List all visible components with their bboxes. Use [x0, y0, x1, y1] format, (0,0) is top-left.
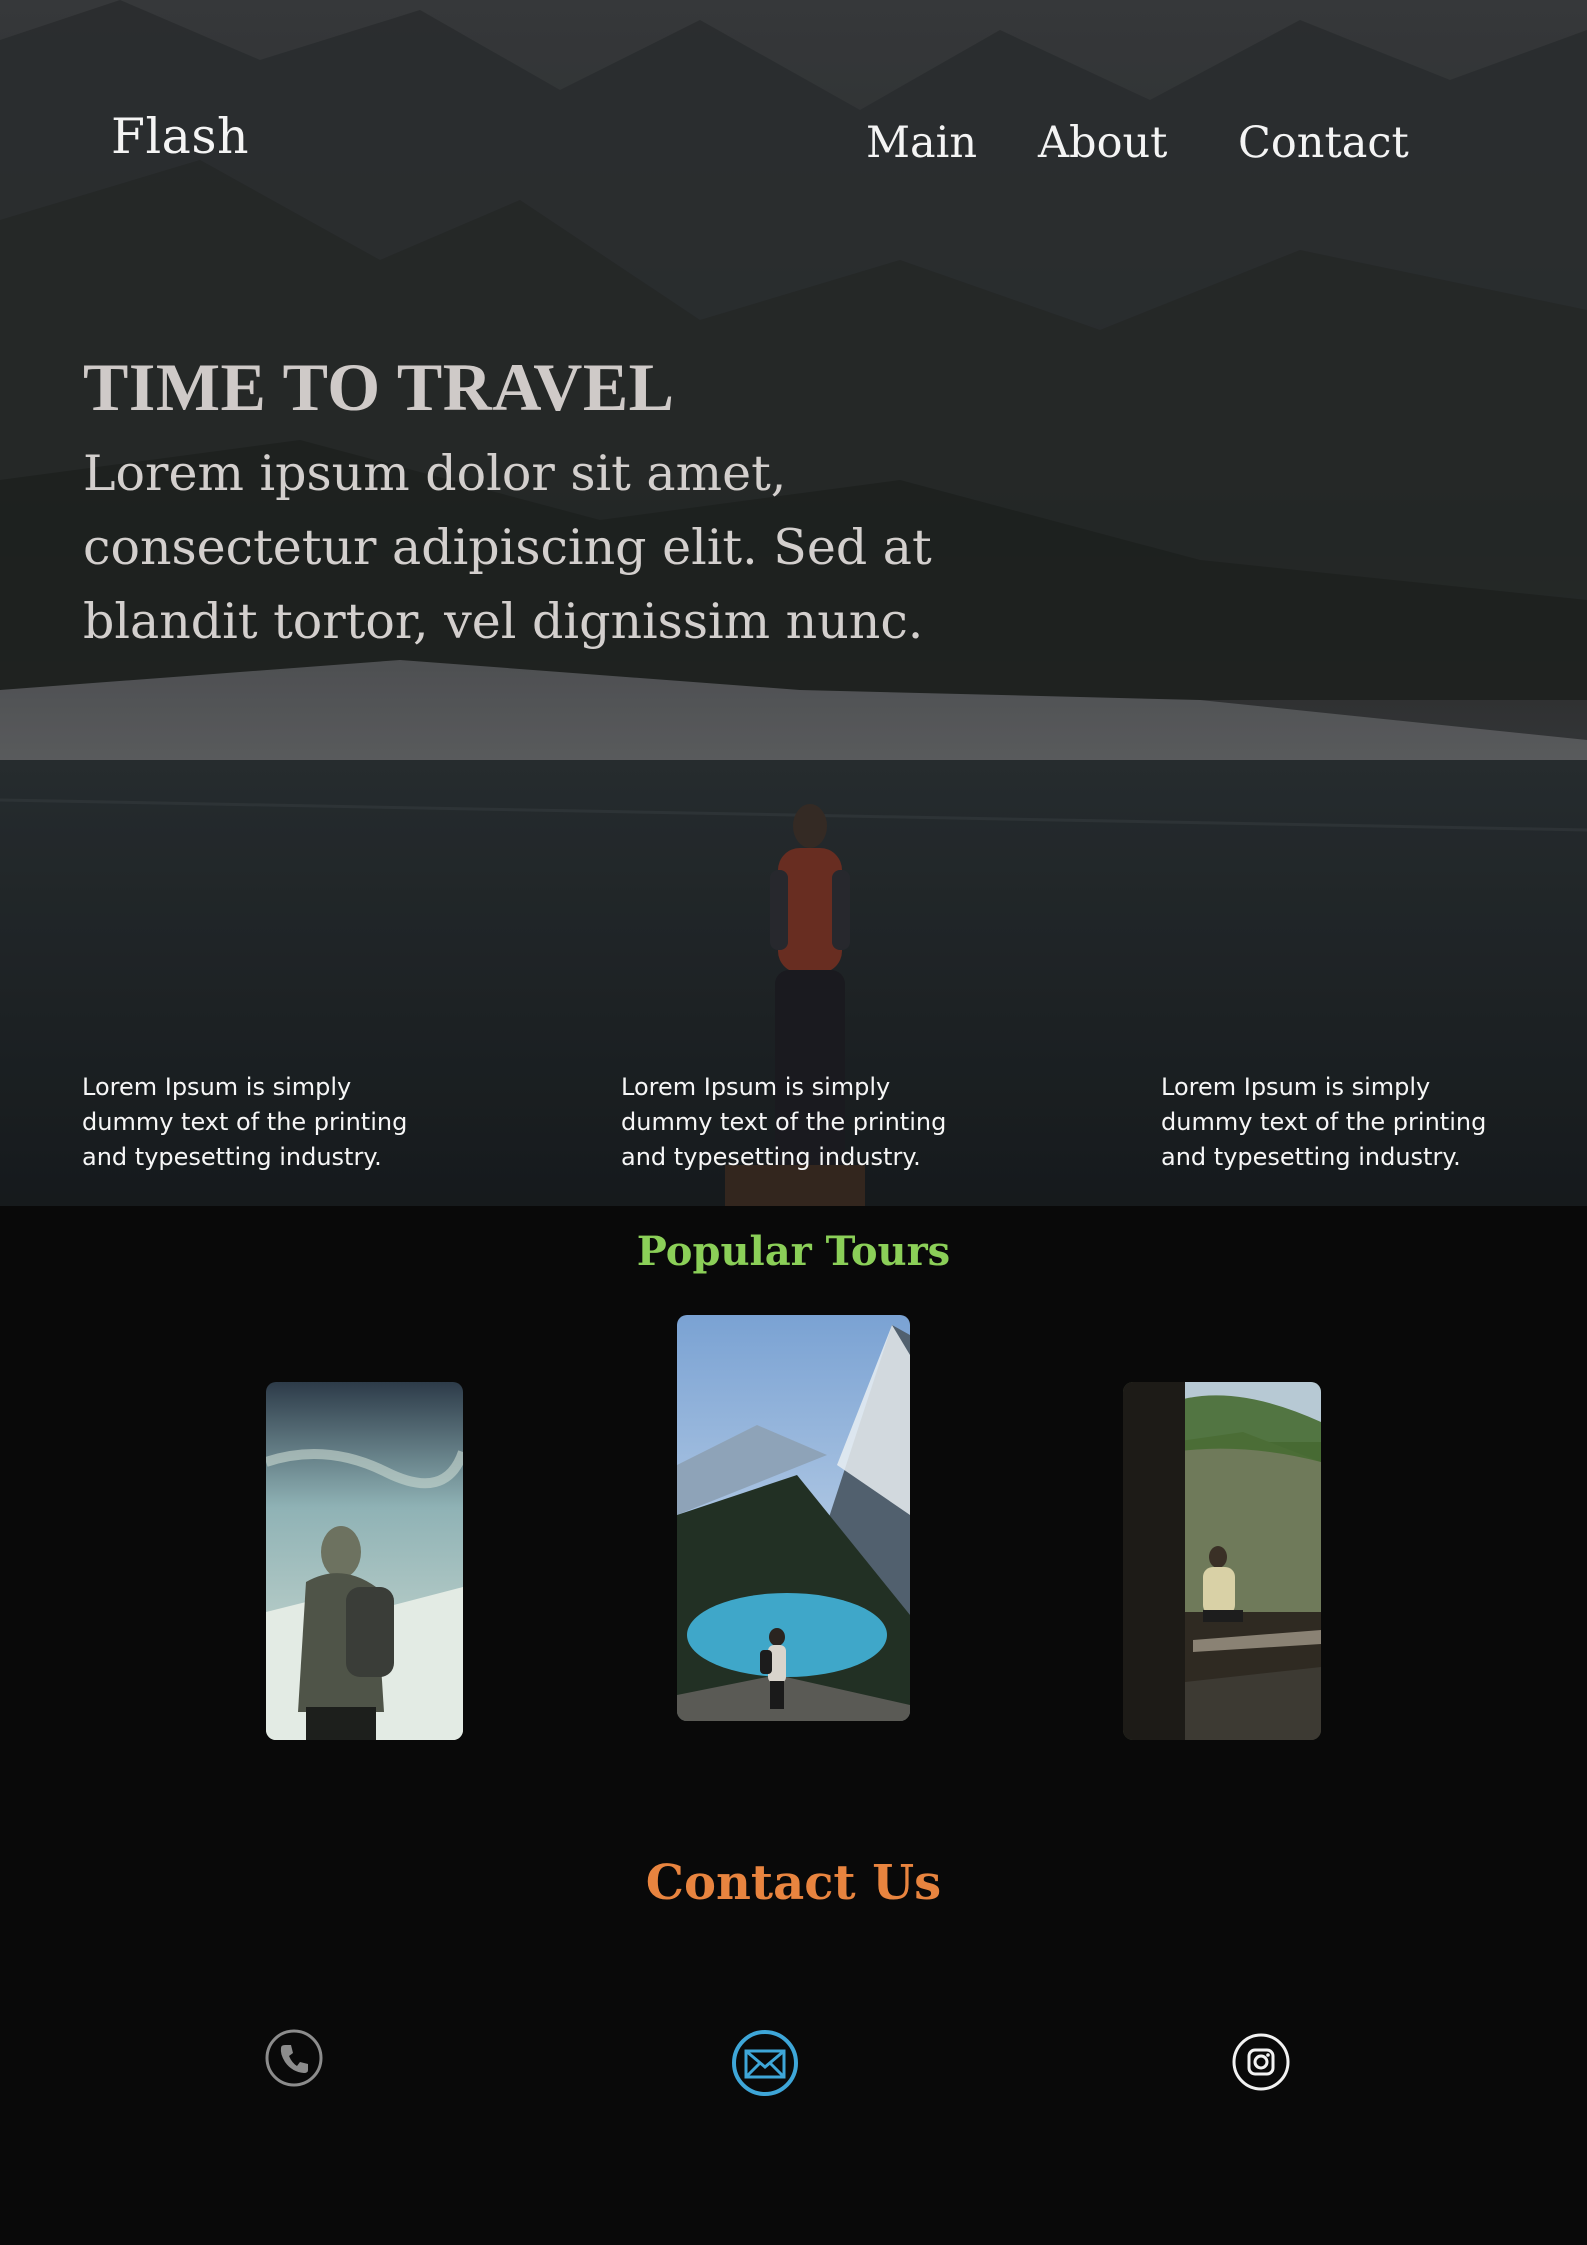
feature-text: Lorem Ipsum is simply dummy text of the …	[621, 1073, 947, 1171]
popular-tours-title: Popular Tours	[636, 1228, 951, 1275]
tour-image	[1123, 1382, 1321, 1740]
feature-text: Lorem Ipsum is simply dummy text of the …	[1161, 1073, 1487, 1171]
nav-contact[interactable]: Contact	[1238, 118, 1409, 168]
tour-image	[677, 1315, 910, 1721]
tour-card-mountain-lake[interactable]	[677, 1315, 910, 1721]
logo[interactable]: Flash	[111, 108, 249, 165]
nav-main[interactable]: Main	[866, 118, 977, 168]
contact-us-title: Contact Us	[645, 1855, 942, 1911]
hero-subtitle: Lorem ipsum dolor sit amet, consectetur …	[83, 445, 932, 650]
hero-title: TIME TO TRAVEL	[83, 349, 675, 425]
instagram-icon[interactable]	[1231, 2032, 1291, 2097]
tour-card-snow-hiker[interactable]	[266, 1382, 463, 1740]
tour-image	[266, 1382, 463, 1740]
tour-card-forest-view[interactable]	[1123, 1382, 1321, 1740]
nav-about[interactable]: About	[1038, 118, 1167, 168]
phone-icon[interactable]	[264, 2028, 324, 2093]
hero-section: Flash Main About Contact TIME TO TRAVEL …	[0, 0, 1587, 1206]
feature-text: Lorem Ipsum is simply dummy text of the …	[82, 1073, 408, 1171]
mail-icon[interactable]	[731, 2029, 799, 2102]
